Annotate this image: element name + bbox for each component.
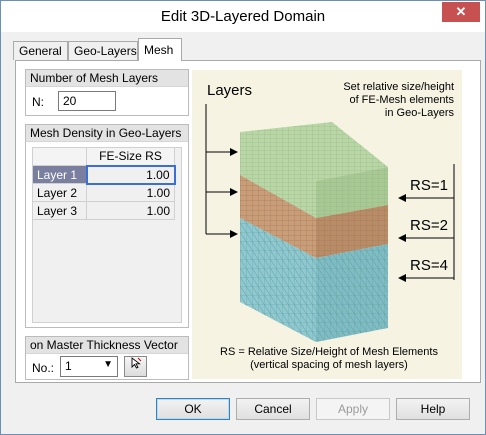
tab-geo-layers[interactable]: Geo-Layers xyxy=(68,41,138,60)
figure-caption-line-1: RS = Relative Size/Height of Mesh Elemen… xyxy=(220,346,438,358)
no-label: No.: xyxy=(32,361,55,375)
window-title: Edit 3D-Layered Domain xyxy=(160,8,326,25)
title-bar[interactable]: Edit 3D-Layered Domain ✕ xyxy=(1,1,485,32)
density-grid: FE-Size RS Layer 1 1.00 Layer 2 1.00 Lay… xyxy=(32,147,176,220)
fe-size-cell-layer-2[interactable]: 1.00 xyxy=(86,183,175,202)
close-icon: ✕ xyxy=(455,4,467,19)
help-button[interactable]: Help xyxy=(396,398,470,420)
figure-caption-line-2: (vertical spacing of mesh layers) xyxy=(250,359,408,371)
pick-vector-button[interactable] xyxy=(124,356,147,377)
chevron-down-icon: ▼ xyxy=(103,359,113,370)
rs-label-2: RS=2 xyxy=(410,217,448,234)
figure-note-line-1: Set relative size/height xyxy=(343,81,454,93)
figure-note-line-2: of FE-Mesh elements xyxy=(349,94,454,106)
cancel-button[interactable]: Cancel xyxy=(236,398,310,420)
thickness-vector-selected: 1 xyxy=(65,359,72,373)
mesh-layers-count-input[interactable]: 20 xyxy=(58,91,116,111)
arrow-right-icon xyxy=(230,148,238,156)
mesh-layers-header: Number of Mesh Layers xyxy=(26,70,188,87)
layers-illustration: Layers Set relative size/height of FE-Me… xyxy=(192,70,462,379)
fe-size-cell-layer-1[interactable]: 1.00 xyxy=(85,164,176,185)
table-row: Layer 1 1.00 xyxy=(32,164,176,185)
master-thickness-header: on Master Thickness Vector xyxy=(26,337,188,354)
tab-general-label: General xyxy=(19,44,62,58)
mesh-density-group: Mesh Density in Geo-Layers FE-Size RS La… xyxy=(25,124,189,328)
mesh-layers-count-value: 20 xyxy=(63,94,77,108)
thickness-vector-select[interactable]: 1 ▼ xyxy=(60,356,118,377)
table-row: Layer 2 1.00 xyxy=(32,183,175,202)
fe-size-cell-layer-3[interactable]: 1.00 xyxy=(86,201,175,220)
arrow-left-icon xyxy=(398,194,406,202)
arrow-right-icon xyxy=(230,230,238,238)
ok-button[interactable]: OK xyxy=(156,398,230,420)
mesh-tab-panel: Number of Mesh Layers N: 20 Mesh Density… xyxy=(15,60,481,383)
n-label: N: xyxy=(32,95,44,109)
fe-size-column-header[interactable]: FE-Size RS xyxy=(86,147,175,166)
figure-title: Layers xyxy=(207,82,252,99)
tab-general[interactable]: General xyxy=(13,41,68,60)
layers-diagram: Layers Set relative size/height of FE-Me… xyxy=(205,81,455,371)
master-thickness-group: on Master Thickness Vector No.: 1 ▼ xyxy=(25,336,189,380)
dialog-window: Edit 3D-Layered Domain ✕ General Geo-Lay… xyxy=(0,0,486,435)
grid-corner xyxy=(32,147,87,166)
rs-label-3: RS=4 xyxy=(410,257,448,274)
arrow-right-icon xyxy=(230,188,238,196)
apply-button[interactable]: Apply xyxy=(316,398,390,420)
row-header-layer-2[interactable]: Layer 2 xyxy=(32,183,87,202)
table-row: Layer 3 1.00 xyxy=(32,201,175,220)
dialog-client: General Geo-Layers Mesh Number of Mesh L… xyxy=(8,32,481,429)
row-header-layer-3[interactable]: Layer 3 xyxy=(32,201,87,220)
pick-cursor-icon xyxy=(130,357,142,372)
tab-geo-layers-label: Geo-Layers xyxy=(74,44,137,58)
arrow-left-icon xyxy=(398,234,406,242)
rs-label-1: RS=1 xyxy=(410,177,448,194)
tab-mesh-label: Mesh xyxy=(144,43,174,57)
mesh-layers-group: Number of Mesh Layers N: 20 xyxy=(25,69,189,116)
arrow-left-icon xyxy=(398,274,406,282)
mesh-density-header: Mesh Density in Geo-Layers xyxy=(26,125,188,142)
close-button[interactable]: ✕ xyxy=(442,2,480,22)
tab-mesh[interactable]: Mesh xyxy=(138,38,182,61)
row-header-layer-1[interactable]: Layer 1 xyxy=(32,165,87,184)
figure-note-line-3: in Geo-Layers xyxy=(385,107,455,119)
